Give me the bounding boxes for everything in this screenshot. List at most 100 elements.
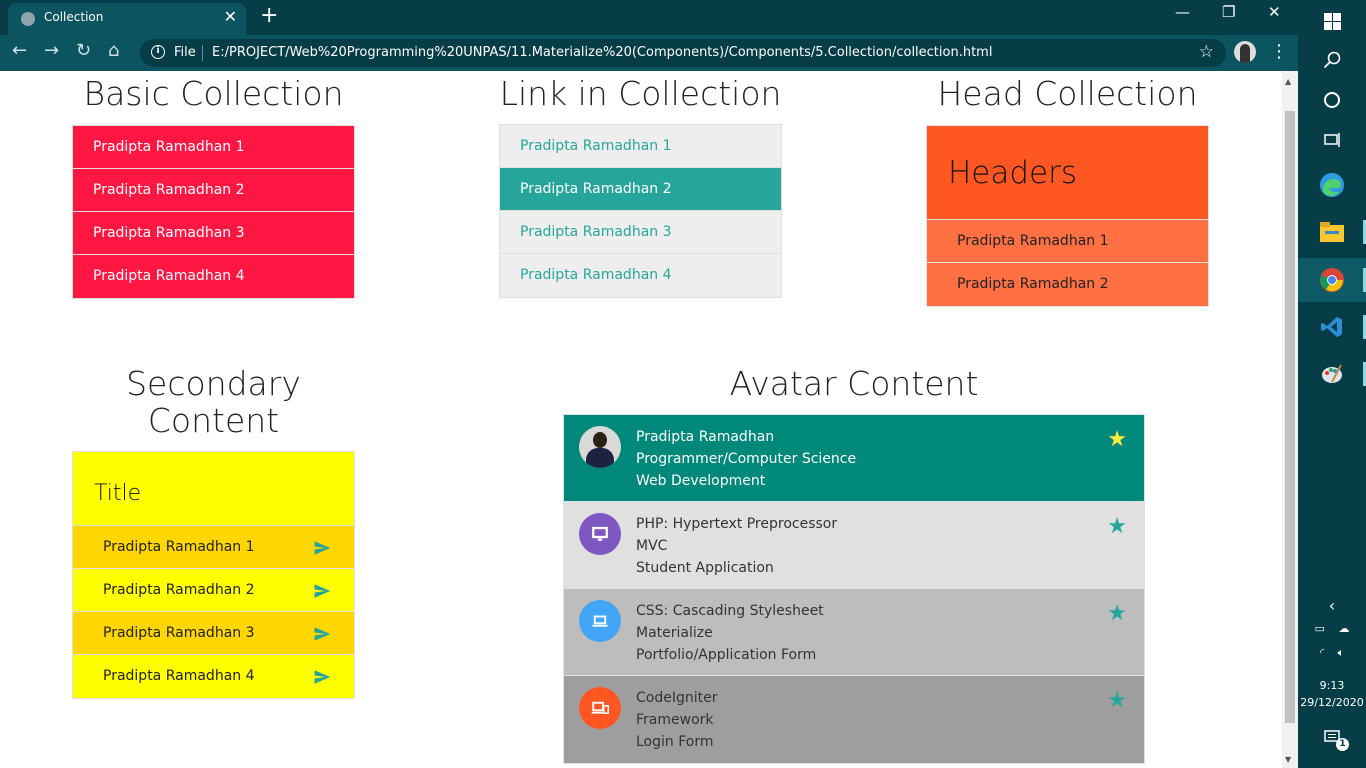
browser-tab[interactable]: Collection ✕ (8, 3, 246, 35)
url-text[interactable]: E:/PROJECT/Web%20Programming%20UNPAS/11.… (212, 45, 992, 60)
minimize-button[interactable]: — (1175, 3, 1190, 21)
chrome-icon[interactable] (1298, 258, 1366, 302)
collection-header: Headers (927, 126, 1208, 220)
star-icon[interactable]: ★ (1107, 603, 1127, 625)
avatar-item-line2: MVC (636, 538, 668, 554)
edge-icon[interactable] (1298, 162, 1366, 206)
collection-item: Pradipta Ramadhan 4 (73, 655, 354, 698)
link-collection-heading: Link in Collection (499, 74, 782, 113)
head-collection: Headers Pradipta Ramadhan 1 Pradipta Ram… (926, 125, 1209, 307)
item-label: Pradipta Ramadhan 1 (103, 539, 255, 555)
avatar-item-line2: Framework (636, 712, 714, 728)
info-icon[interactable]: i (151, 45, 165, 59)
show-hidden-icons-chevron[interactable]: ‹ (1298, 596, 1366, 615)
send-icon[interactable] (312, 668, 332, 686)
tray-icons-row1: ▭ ☁ (1298, 622, 1366, 635)
vscode-icon[interactable] (1298, 305, 1366, 349)
avatar-item: CodeIgniter Framework Login Form ★ (564, 676, 1144, 763)
collection-link[interactable]: Pradipta Ramadhan 3 (500, 211, 781, 254)
home-icon[interactable]: ⌂ (108, 40, 119, 61)
collection-link[interactable]: Pradipta Ramadhan 4 (500, 254, 781, 297)
collection-header: Title (73, 452, 354, 526)
laptop-icon (579, 600, 621, 642)
star-icon[interactable]: ★ (1107, 690, 1127, 712)
secondary-heading-line1: Secondary (126, 364, 301, 403)
close-tab-icon[interactable]: ✕ (224, 7, 237, 26)
star-icon[interactable]: ★ (1107, 516, 1127, 538)
link-collection: Pradipta Ramadhan 1 Pradipta Ramadhan 2 … (499, 124, 782, 298)
avatar-item-line3: Student Application (636, 560, 774, 576)
basic-collection: Pradipta Ramadhan 1 Pradipta Ramadhan 2 … (72, 125, 355, 299)
scroll-up-icon[interactable]: ▲ (1285, 77, 1291, 86)
avatar-item-title: CSS: Cascading Stylesheet (636, 603, 824, 619)
secondary-content-heading: Secondary Content (72, 365, 355, 439)
bookmark-star-icon[interactable]: ☆ (1199, 42, 1214, 62)
wifi-icon[interactable]: ◜ (1320, 646, 1324, 659)
avatar-item-line3: Web Development (636, 473, 766, 489)
menu-kebab-icon[interactable]: ⋮ (1270, 41, 1288, 62)
avatar-item: PHP: Hypertext Preprocessor MVC Student … (564, 502, 1144, 589)
avatar-item: Pradipta Ramadhan Programmer/Computer Sc… (564, 415, 1144, 502)
profile-avatar[interactable] (1234, 41, 1256, 63)
page-viewport: Basic Collection Pradipta Ramadhan 1 Pra… (0, 71, 1282, 768)
avatar-item-title: Pradipta Ramadhan (636, 429, 775, 445)
avatar-item-title: CodeIgniter (636, 690, 718, 706)
task-view-icon[interactable] (1298, 118, 1366, 162)
forward-icon[interactable]: → (44, 40, 59, 61)
head-collection-heading: Head Collection (937, 74, 1198, 113)
devices-icon (579, 687, 621, 729)
avatar-item-line2: Programmer/Computer Science (636, 451, 857, 467)
send-icon[interactable] (312, 582, 332, 600)
profile-photo (579, 426, 621, 468)
cortana-icon[interactable] (1298, 78, 1366, 122)
clock-time[interactable]: 9:13 (1298, 679, 1366, 692)
restore-button[interactable]: ❐ (1222, 3, 1235, 21)
collection-item: Pradipta Ramadhan 1 (927, 220, 1208, 263)
desktop-icon (579, 513, 621, 555)
paint-icon[interactable] (1298, 352, 1366, 396)
collection-link[interactable]: Pradipta Ramadhan 1 (500, 125, 781, 168)
battery-icon[interactable]: ▭ (1315, 622, 1325, 635)
avatar-item-line3: Login Form (636, 734, 714, 750)
send-icon[interactable] (312, 625, 332, 643)
close-window-button[interactable]: ✕ (1268, 3, 1281, 21)
search-icon[interactable] (1298, 38, 1366, 82)
send-icon[interactable] (312, 539, 332, 557)
secondary-collection: Title Pradipta Ramadhan 1 Pradipta Ramad… (72, 451, 355, 699)
new-tab-button[interactable]: + (260, 3, 278, 28)
avatar-content-heading: Avatar Content (729, 364, 979, 403)
file-explorer-icon[interactable] (1298, 210, 1366, 254)
scroll-down-icon[interactable]: ▼ (1285, 755, 1291, 764)
avatar-item-title: PHP: Hypertext Preprocessor (636, 516, 838, 532)
collection-item: Pradipta Ramadhan 3 (73, 212, 354, 255)
secondary-heading-line2: Content (147, 401, 280, 440)
browser-tab-strip: Collection ✕ + — ❐ ✕ (0, 0, 1298, 35)
scrollbar-thumb[interactable] (1285, 111, 1295, 723)
tray-icons-row2: ◜ 🔈︎ (1298, 646, 1366, 660)
page-scrollbar[interactable]: ▲ ▼ (1282, 71, 1298, 768)
action-center-button[interactable]: 1 (1298, 730, 1366, 751)
avatar-item: CSS: Cascading Stylesheet Materialize Po… (564, 589, 1144, 676)
browser-toolbar: ← → ↻ ⌂ i File E:/PROJECT/Web%20Programm… (0, 35, 1298, 71)
windows-taskbar: ‹ ▭ ☁ ◜ 🔈︎ 9:13 29/12/2020 1 (1298, 0, 1366, 768)
globe-icon (21, 12, 35, 26)
volume-icon[interactable]: 🔈︎ (1338, 646, 1345, 659)
address-separator (202, 45, 203, 61)
reload-icon[interactable]: ↻ (76, 40, 91, 61)
collection-item: Pradipta Ramadhan 2 (927, 263, 1208, 306)
avatar-item-line2: Materialize (636, 625, 713, 641)
collection-item: Pradipta Ramadhan 2 (73, 169, 354, 212)
item-label: Pradipta Ramadhan 2 (103, 582, 255, 598)
collection-item: Pradipta Ramadhan 3 (73, 612, 354, 655)
url-scheme-label: File (174, 45, 196, 60)
item-label: Pradipta Ramadhan 3 (103, 625, 255, 641)
basic-collection-heading: Basic Collection (83, 74, 344, 113)
avatar-collection: Pradipta Ramadhan Programmer/Computer Sc… (563, 414, 1145, 764)
star-icon[interactable]: ★ (1107, 429, 1127, 451)
clock-date[interactable]: 29/12/2020 (1298, 696, 1366, 709)
onedrive-icon[interactable]: ☁ (1338, 622, 1349, 635)
collection-item: Pradipta Ramadhan 1 (73, 126, 354, 169)
back-icon[interactable]: ← (12, 40, 27, 61)
collection-link-active[interactable]: Pradipta Ramadhan 2 (500, 168, 781, 211)
address-bar[interactable]: i File E:/PROJECT/Web%20Programming%20UN… (140, 39, 1226, 67)
